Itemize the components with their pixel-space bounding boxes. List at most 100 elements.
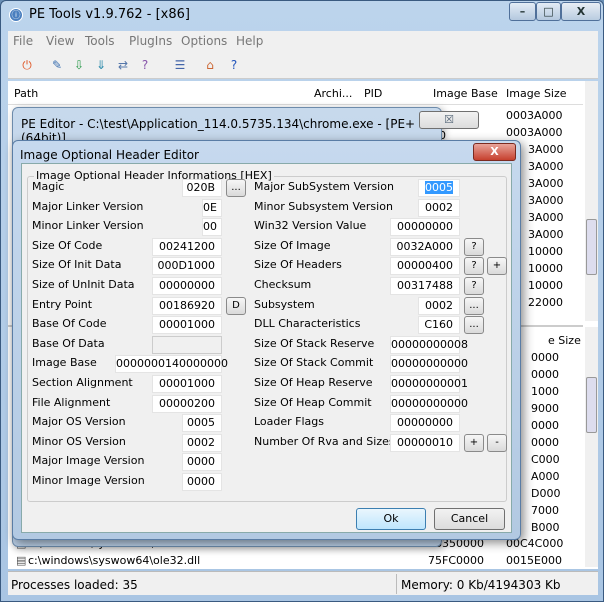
magic-field[interactable]: 020B [182,179,222,197]
major-subsystem-version-field[interactable]: 0005 [418,179,460,197]
minor-linker-version-field[interactable]: 00 [202,218,222,237]
major-os-version-field[interactable]: 0005 [182,414,222,433]
size-of-code-field[interactable]: 00241200 [152,237,222,256]
field-label: Entry Point [32,297,93,311]
column-architecture[interactable]: Archi... [314,87,352,100]
maximize-button[interactable]: □ [536,2,561,21]
entry-point-field[interactable]: 00186920 [152,296,222,315]
image-size-cell: B000 [531,521,560,534]
field-label: Size Of Image [254,238,331,252]
dialog-title: Image Optional Header Editor [20,148,199,162]
image-size-cell: 9000 [531,402,559,415]
minor-os-version-field[interactable]: 0002 [182,433,222,452]
loader-flags-field[interactable]: 00000000 [390,414,460,433]
field-label: Base Of Data [32,336,105,350]
menu-file[interactable]: File [13,34,33,48]
image-base-field[interactable]: 0000000140000000 [115,355,228,374]
help-icon[interactable]: ? [225,56,243,74]
field-action-button-2[interactable]: - [487,433,507,452]
selected-text: 0005 [425,181,453,194]
size-of-headers-field[interactable]: 00000400 [390,257,460,276]
size-of-init-data-field[interactable]: 000D1000 [152,257,222,276]
section-alignment-field[interactable]: 00001000 [152,375,222,393]
field-label: Checksum [254,278,312,291]
scrollbar-thumb[interactable] [586,377,597,433]
options-list-icon[interactable]: ☰ [171,56,189,74]
field-action-button[interactable]: ... [226,179,246,197]
subsystem-field[interactable]: 0002 [418,296,460,315]
field-action-button[interactable]: + [464,433,484,452]
field-action-button[interactable]: ? [464,257,484,276]
power-icon[interactable]: ⏻ [18,56,36,74]
lower-column-image-size[interactable]: e Size [548,334,581,347]
menu-options[interactable]: Options [181,34,227,48]
field-action-button[interactable]: ... [464,296,484,315]
menu-view[interactable]: View [46,34,74,48]
dialog-close-button[interactable]: X [473,143,516,161]
ok-button[interactable]: Ok [356,508,426,530]
checksum-field[interactable]: 00317488 [390,277,460,295]
list-header: Path Archi... PID Image Base Image Size [8,81,583,105]
win32-version-value-field[interactable]: 00000000 [390,218,460,237]
image-size-cell: 0000 [531,436,559,449]
field-label: File Alignment [32,395,111,409]
image-size-cell: 0000 [531,351,559,364]
base-of-code-field[interactable]: 00001000 [152,316,222,335]
major-linker-version-field[interactable]: 0E [202,198,222,217]
field-label: Minor OS Version [32,434,126,448]
base-of-data-field[interactable] [152,335,222,354]
field-action-button[interactable]: ? [464,237,484,256]
field-action-button[interactable]: D [226,296,246,315]
menu-help[interactable]: Help [236,34,263,48]
field-action-button[interactable]: ... [464,316,484,335]
lower-list-scrollbar[interactable] [585,327,598,567]
size-of-heap-commit-field[interactable]: 00000000000 [390,394,468,413]
image-size-cell: 3A000 [528,143,564,156]
path-cell[interactable]: c:\windows\syswow64\ole32.dll [28,554,200,567]
image-size-cell: 10000 [528,262,563,275]
number-of-rva-and-sizes-field[interactable]: 00000010 [390,433,460,452]
field-action-button[interactable]: ? [464,277,484,295]
image-size-cell: 3A000 [528,194,564,207]
size-of-uninit-data-field[interactable]: 00000000 [152,277,222,295]
image-size-cell: 10000 [528,279,563,292]
home-icon[interactable]: ⌂ [201,56,219,74]
column-image-size[interactable]: Image Size [506,87,567,100]
file-alignment-field[interactable]: 00000200 [152,394,222,413]
dll-characteristics-field[interactable]: C160 [418,316,460,335]
field-label: Major SubSystem Version [254,180,394,193]
processes-loaded: Processes loaded: 35 [11,578,138,592]
dump-full-icon[interactable]: ⇓ [92,56,110,74]
image-size-cell: 0003A000 [506,109,563,122]
field-label: Size Of Code [32,238,103,252]
pe-editor-close-button[interactable]: ☒ [419,111,479,129]
size-of-stack-reserve-field[interactable]: 00000000008 [390,335,468,354]
image-size-cell: D000 [531,487,561,500]
column-image-base[interactable]: Image Base [433,87,498,100]
field-label: DLL Characteristics [254,317,361,331]
top-list-scrollbar[interactable] [585,81,598,321]
cancel-button[interactable]: Cancel [434,508,505,530]
size-of-heap-reserve-field[interactable]: 00000000001 [390,375,468,393]
menu-tools[interactable]: Tools [85,34,115,48]
field-label: Number Of Rva and Sizes [254,434,395,448]
close-button[interactable]: X [561,2,601,21]
rebuild-icon[interactable]: ⇄ [114,56,132,74]
scrollbar-thumb[interactable] [586,219,597,275]
dump-icon[interactable]: ⇩ [70,56,88,74]
field-label: Loader Flags [254,415,325,429]
size-of-stack-commit-field[interactable]: 00000000000 [390,355,468,374]
menu-plugins[interactable]: PlugIns [129,34,172,48]
image-size-cell: 3A000 [528,228,564,241]
break-icon[interactable]: ? [136,56,154,74]
column-path[interactable]: Path [14,87,38,100]
size-of-image-field[interactable]: 0032A000 [390,237,460,256]
edit-pe-icon[interactable]: ✎ [48,56,66,74]
column-pid[interactable]: PID [364,87,382,100]
minor-image-version-field[interactable]: 0000 [182,473,222,491]
minimize-button[interactable]: – [509,2,536,21]
image-size-cell: 7000 [531,504,559,517]
minor-subsystem-version-field[interactable]: 0002 [418,198,460,217]
field-action-button-2[interactable]: + [487,257,507,276]
major-image-version-field[interactable]: 0000 [182,453,222,472]
